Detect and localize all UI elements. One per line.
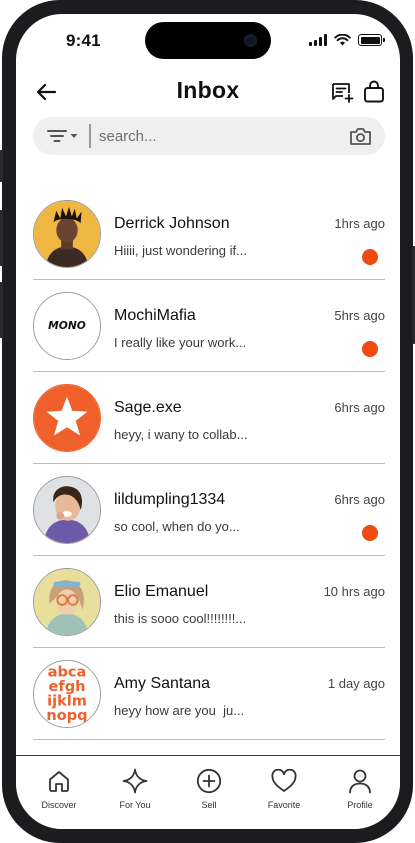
avatar [33, 568, 101, 636]
tab-favorite[interactable]: Favorite [254, 768, 314, 816]
person-icon [349, 769, 371, 794]
search-input[interactable] [99, 122, 339, 150]
heart-icon [271, 769, 297, 792]
tab-label: For You [119, 800, 151, 810]
shopping-bag-icon [364, 80, 384, 102]
phone-frame: 9:41 Inbox search... Derrick Johnson Hii… [0, 0, 415, 843]
contact-name: lildumpling1334 [114, 491, 226, 508]
conversation-row[interactable]: MONO MochiMafia I really like your work.… [16, 280, 400, 372]
message-time: 1hrs ago [334, 216, 385, 231]
camera-icon [349, 127, 371, 145]
message-time: 1 day ago [327, 676, 385, 691]
message-preview: so cool, when do yo... [114, 519, 240, 534]
front-camera [244, 34, 257, 47]
tab-label: Sell [201, 800, 217, 810]
filter-button[interactable] [47, 126, 83, 146]
message-time: 6hrs ago [334, 400, 385, 415]
volume-down-button [0, 282, 3, 338]
contact-name: Elio Emanuel [114, 583, 209, 600]
status-time: 9:41 [66, 31, 101, 50]
avatar-letter-line: nopq [46, 707, 87, 724]
message-preview: Hiiii, just wondering if... [114, 243, 247, 258]
home-icon [49, 771, 69, 792]
unread-indicator [362, 525, 378, 541]
action-button [0, 150, 3, 182]
compose-message-button[interactable] [328, 78, 356, 106]
message-list: Derrick Johnson Hiiii, just wondering if… [16, 188, 400, 740]
search-divider [89, 124, 91, 148]
message-preview: heyy how are you ju... [114, 703, 245, 718]
tab-label: Discover [41, 800, 77, 810]
message-time: 10 hrs ago [323, 584, 385, 599]
contact-name: Sage.exe [114, 399, 182, 416]
avatar-logo-text: MONO [48, 319, 86, 332]
arrow-left-icon [36, 83, 56, 101]
message-time: 5hrs ago [334, 308, 385, 323]
conversation-row[interactable]: abca efgh ijklm nopq Amy Santana heyy ho… [16, 648, 400, 740]
avatar: MONO [33, 292, 101, 360]
tab-profile[interactable]: Profile [330, 768, 390, 816]
message-preview: I really like your work... [114, 335, 247, 350]
compose-message-icon [331, 82, 353, 103]
search-bar [33, 117, 385, 155]
conversation-row[interactable]: lildumpling1334 so cool, when do yo... 6… [16, 464, 400, 556]
tab-discover[interactable]: Discover [29, 768, 89, 816]
message-preview: this is sooo cool!!!!!!!!... [114, 611, 247, 626]
filter-icon [47, 130, 67, 142]
row-divider [33, 739, 385, 740]
plus-circle-icon [196, 768, 222, 794]
avatar [33, 476, 101, 544]
wifi-icon [334, 34, 351, 46]
tab-sell[interactable]: Sell [179, 768, 239, 816]
cellular-signal-icon [309, 34, 327, 46]
contact-name: Amy Santana [114, 675, 211, 692]
back-button[interactable] [32, 78, 60, 106]
header: Inbox [16, 74, 400, 110]
camera-search-button[interactable] [348, 125, 372, 147]
message-time: 6hrs ago [334, 492, 385, 507]
conversation-row[interactable]: Elio Emanuel this is sooo cool!!!!!!!!..… [16, 556, 400, 648]
avatar [33, 200, 101, 268]
contact-name: Derrick Johnson [114, 215, 230, 232]
tab-for-you[interactable]: For You [105, 768, 165, 816]
sparkle-icon [122, 768, 148, 794]
conversation-row[interactable]: Sage.exe heyy, i wany to collab... 6hrs … [16, 372, 400, 464]
unread-indicator [362, 249, 378, 265]
tab-label: Favorite [267, 800, 301, 810]
avatar [33, 384, 101, 452]
avatar: abca efgh ijklm nopq [33, 660, 101, 728]
volume-up-button [0, 210, 3, 266]
chevron-down-icon [70, 134, 78, 138]
message-preview: heyy, i wany to collab... [114, 427, 248, 442]
status-bar: 9:41 [16, 14, 400, 68]
unread-indicator [362, 341, 378, 357]
shopping-bag-button[interactable] [360, 77, 388, 105]
tab-label: Profile [347, 800, 373, 810]
screen: 9:41 Inbox search... Derrick Johnson Hii… [16, 14, 400, 829]
dynamic-island [145, 22, 271, 59]
tab-bar: Discover For You Sell Favorite Profile [16, 755, 400, 829]
battery-icon [358, 34, 385, 46]
conversation-row[interactable]: Derrick Johnson Hiiii, just wondering if… [16, 188, 400, 280]
status-icons [309, 33, 385, 47]
contact-name: MochiMafia [114, 307, 196, 324]
